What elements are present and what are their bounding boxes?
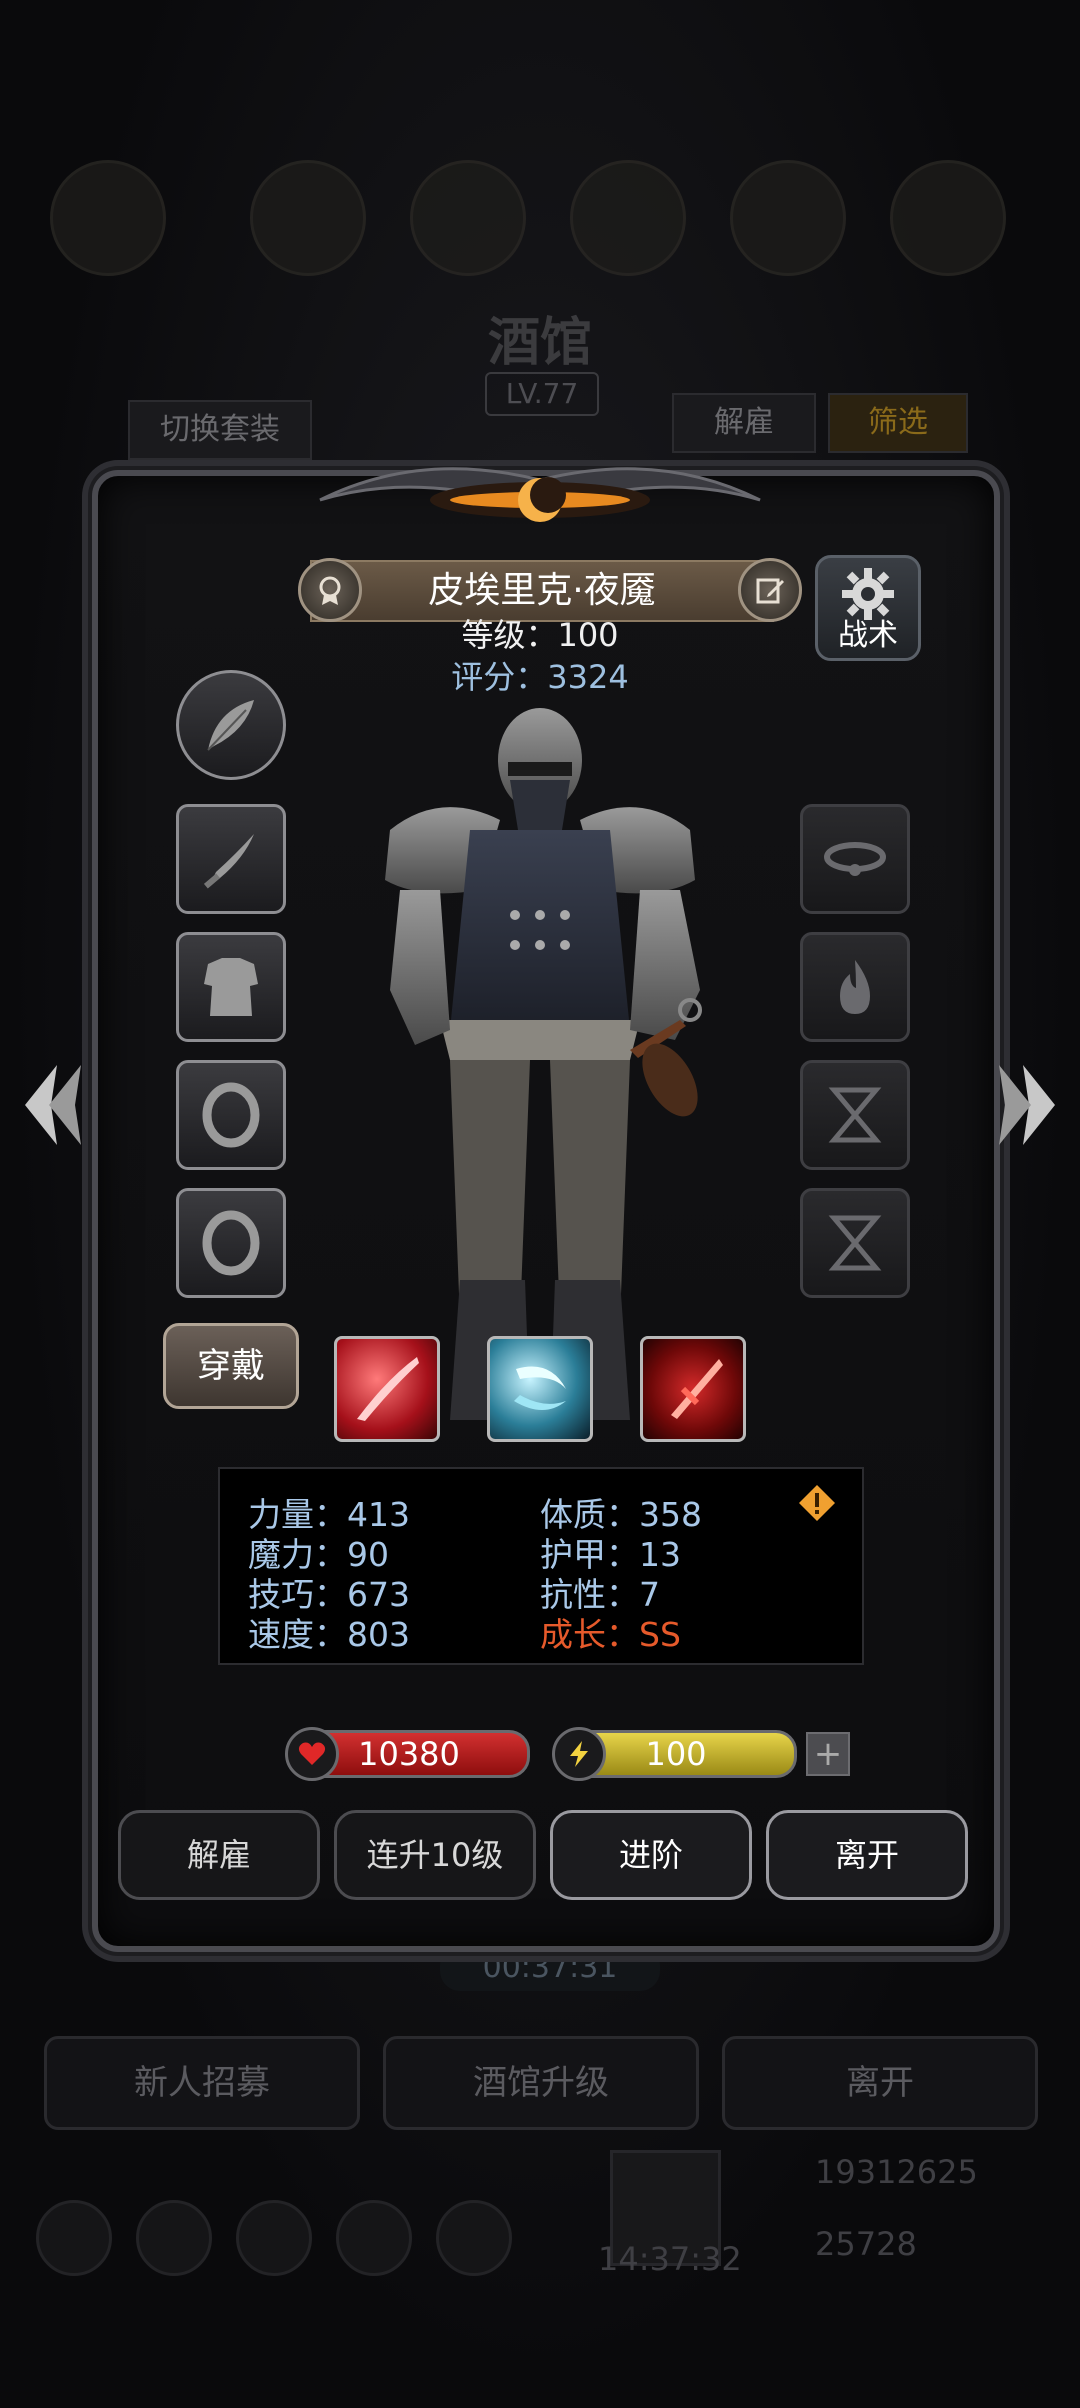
edit-name-icon[interactable] bbox=[738, 558, 802, 622]
equip-slot-hourglass-2[interactable] bbox=[800, 1188, 910, 1298]
energy-bar: 100 bbox=[552, 1727, 797, 1781]
equip-slot-necklace[interactable] bbox=[800, 804, 910, 914]
tactics-label: 战术 bbox=[838, 618, 898, 653]
hourglass-icon bbox=[828, 1215, 882, 1271]
equip-slot-hourglass-1[interactable] bbox=[800, 1060, 910, 1170]
background-hero-avatar bbox=[410, 160, 526, 276]
feather-icon bbox=[207, 700, 254, 751]
level-up-10-button[interactable]: 连升10级 bbox=[334, 1810, 536, 1900]
background-hero-avatar bbox=[570, 160, 686, 276]
hero-level: 等级：100 bbox=[461, 616, 619, 654]
hero-score: 评分：3324 bbox=[451, 658, 629, 696]
heart-icon bbox=[285, 1727, 339, 1781]
menu-icon[interactable] bbox=[236, 2200, 312, 2276]
slash-skill-icon bbox=[357, 1357, 419, 1421]
skill-slot-1[interactable] bbox=[334, 1336, 440, 1442]
gift-timer: 14:37:32 bbox=[598, 2240, 742, 2278]
stat-speed: 速度：803 bbox=[248, 1615, 410, 1654]
skill-slot-3[interactable] bbox=[640, 1336, 746, 1442]
gem-amount: 25728 bbox=[815, 2225, 917, 2263]
skill-slot-2[interactable] bbox=[487, 1336, 593, 1442]
equip-slot-ring-2[interactable] bbox=[176, 1188, 286, 1298]
flame-icon bbox=[840, 960, 870, 1014]
ring-icon bbox=[202, 1210, 260, 1276]
double-chevron-left-icon bbox=[25, 1065, 81, 1145]
background-leave-button[interactable]: 离开 bbox=[722, 2036, 1038, 2130]
equip-slot-flame[interactable] bbox=[800, 932, 910, 1042]
hp-bar: 10380 bbox=[285, 1727, 530, 1781]
tavern-upgrade-button[interactable]: 酒馆升级 bbox=[383, 2036, 699, 2130]
stat-growth: 成长：SS bbox=[540, 1615, 681, 1654]
ring-icon bbox=[202, 1082, 260, 1148]
panel-crest-ornament bbox=[319, 467, 761, 522]
lightning-icon bbox=[552, 1727, 606, 1781]
wear-button[interactable]: 穿戴 bbox=[163, 1323, 299, 1409]
background-hero-avatar bbox=[730, 160, 846, 276]
menu-icon[interactable] bbox=[436, 2200, 512, 2276]
energy-value: 100 bbox=[645, 1735, 707, 1773]
tactics-button[interactable]: 战术 bbox=[815, 555, 921, 661]
blood-blade-skill-icon bbox=[671, 1359, 723, 1419]
background-title: 酒馆 bbox=[487, 312, 592, 373]
filter-button[interactable]: 筛选 bbox=[828, 393, 968, 453]
dismiss-button[interactable]: 解雇 bbox=[118, 1810, 320, 1900]
add-energy-button[interactable]: + bbox=[806, 1732, 850, 1776]
recruit-button[interactable]: 新人招募 bbox=[44, 2036, 360, 2130]
next-hero-button[interactable] bbox=[988, 1050, 1068, 1160]
background-hero-avatar bbox=[890, 160, 1006, 276]
hero-character-portrait bbox=[385, 708, 702, 1420]
equip-slot-weapon[interactable] bbox=[176, 804, 286, 914]
hp-value: 10380 bbox=[358, 1735, 460, 1773]
necklace-icon bbox=[824, 842, 886, 876]
double-chevron-right-icon bbox=[999, 1065, 1055, 1145]
advance-button[interactable]: 进阶 bbox=[550, 1810, 752, 1900]
warning-icon[interactable] bbox=[797, 1483, 837, 1523]
equip-slot-feather[interactable] bbox=[176, 670, 286, 780]
hourglass-icon bbox=[828, 1087, 882, 1143]
previous-hero-button[interactable] bbox=[12, 1050, 92, 1160]
menu-icon[interactable] bbox=[336, 2200, 412, 2276]
menu-icon[interactable] bbox=[36, 2200, 112, 2276]
whirlwind-skill-icon bbox=[514, 1366, 566, 1410]
menu-icon[interactable] bbox=[136, 2200, 212, 2276]
gold-amount: 19312625 bbox=[815, 2153, 978, 2191]
background-hero-avatar bbox=[50, 160, 166, 276]
switch-set-button[interactable]: 切换套装 bbox=[128, 400, 312, 460]
plus-icon: + bbox=[813, 1734, 843, 1774]
sword-icon bbox=[203, 834, 254, 889]
armor-icon bbox=[204, 958, 258, 1016]
background-level: LV.77 bbox=[485, 372, 599, 416]
equip-slot-armor[interactable] bbox=[176, 932, 286, 1042]
medal-icon[interactable] bbox=[298, 558, 362, 622]
equip-slot-ring-1[interactable] bbox=[176, 1060, 286, 1170]
leave-button[interactable]: 离开 bbox=[766, 1810, 968, 1900]
background-hero-avatar bbox=[250, 160, 366, 276]
